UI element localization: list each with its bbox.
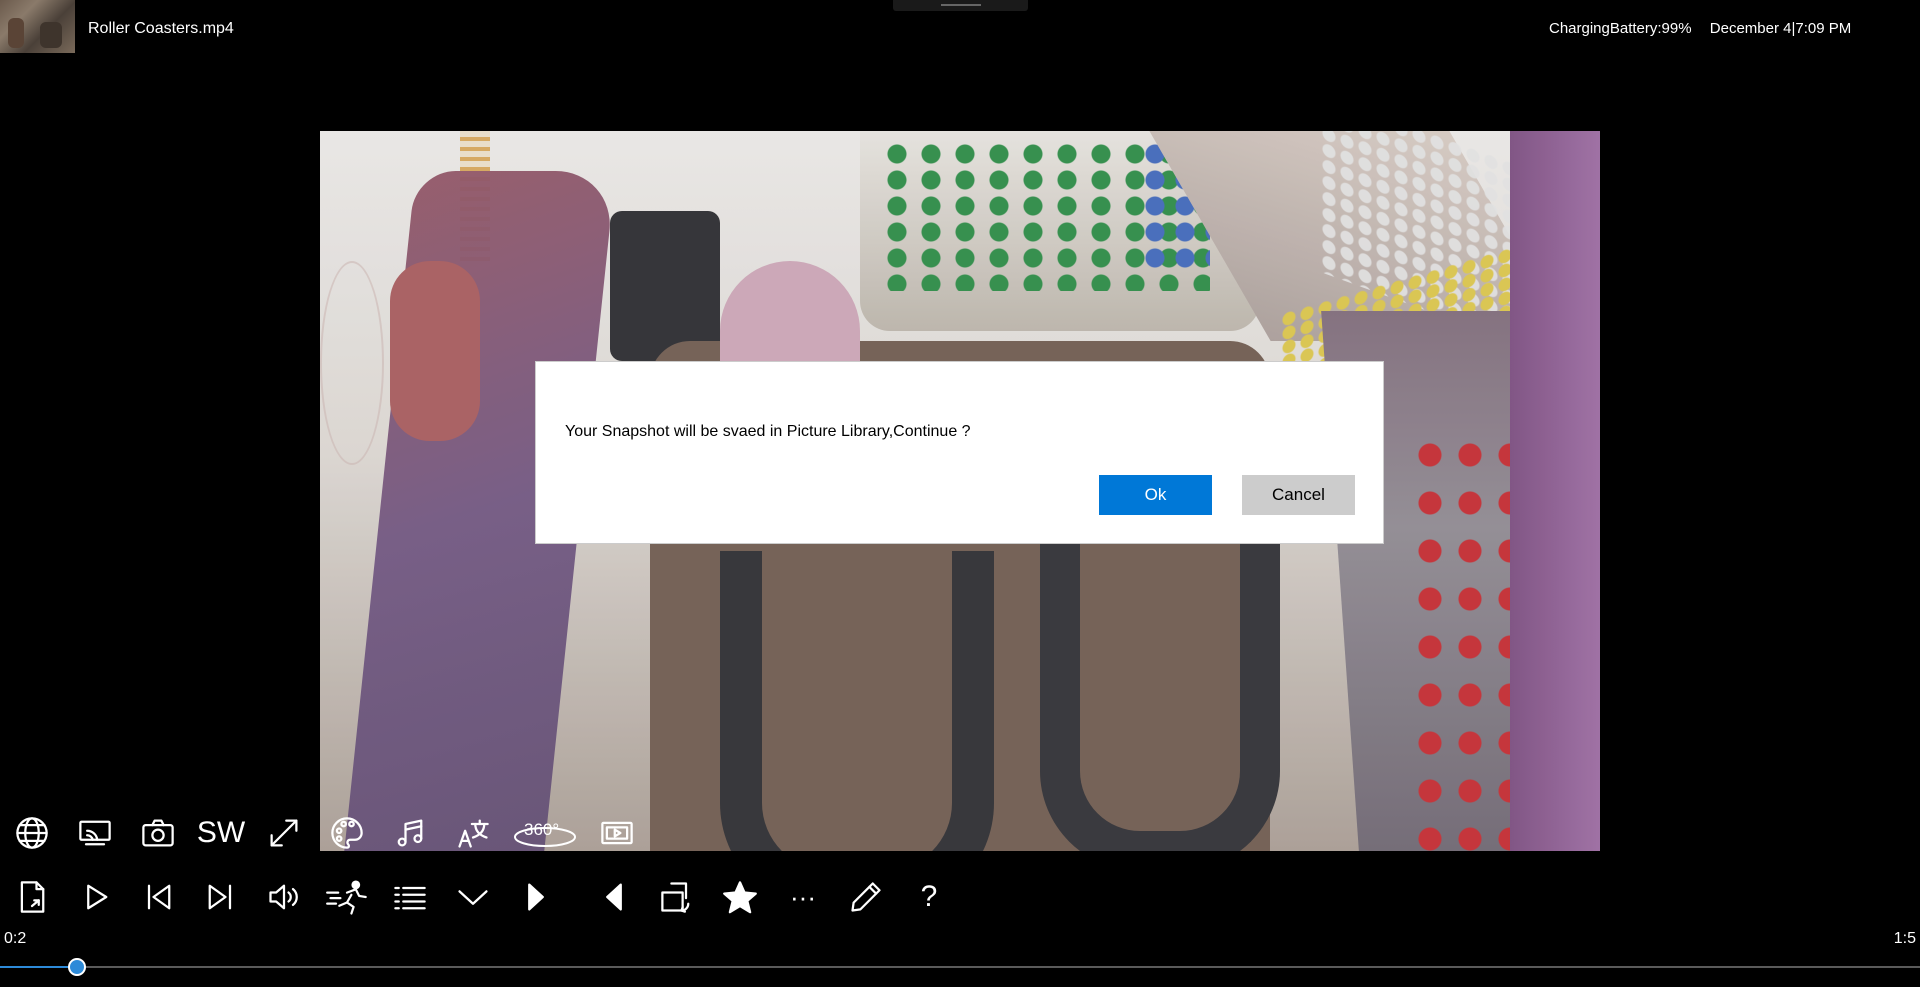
date-time: December 4|7:09 PM: [1709, 20, 1852, 37]
snapshot-dialog: Your Snapshot will be svaed in Picture L…: [535, 361, 1384, 544]
current-time: 0:2: [4, 930, 27, 947]
drag-handle[interactable]: [893, 0, 1028, 11]
help-icon[interactable]: ?: [905, 873, 953, 921]
video-thumbnail: [0, 0, 75, 53]
speed-icon[interactable]: [323, 873, 371, 921]
fullscreen-icon[interactable]: [260, 809, 308, 857]
open-file-icon[interactable]: [8, 873, 56, 921]
cancel-button[interactable]: Cancel: [1242, 475, 1355, 515]
seek-bar[interactable]: [0, 958, 1920, 976]
previous-icon[interactable]: [134, 873, 182, 921]
volume-icon[interactable]: [260, 873, 308, 921]
edit-icon[interactable]: [842, 873, 890, 921]
status-bar: ChargingBattery:99% December 4|7:09 PM: [1549, 20, 1851, 37]
total-time: 1:5: [1893, 930, 1916, 947]
cast-icon[interactable]: [71, 809, 119, 857]
ok-button[interactable]: Ok: [1099, 475, 1212, 515]
video-frame-icon[interactable]: [593, 809, 641, 857]
toolbar-top: SW 360°: [8, 809, 656, 857]
playlist-icon[interactable]: [386, 873, 434, 921]
sw-button[interactable]: SW: [197, 809, 245, 857]
step-forward-icon[interactable]: [512, 873, 560, 921]
rotate-icon[interactable]: [653, 873, 701, 921]
seek-progress: [0, 966, 77, 968]
file-title: Roller Coasters.mp4: [88, 20, 234, 37]
toolbar-bottom: ··· ?: [8, 873, 968, 921]
music-icon[interactable]: [386, 809, 434, 857]
star-icon[interactable]: [716, 873, 764, 921]
subtitle-icon[interactable]: [449, 809, 497, 857]
dialog-message: Your Snapshot will be svaed in Picture L…: [565, 423, 971, 440]
globe-icon[interactable]: [8, 809, 56, 857]
palette-icon[interactable]: [323, 809, 371, 857]
chevron-down-icon[interactable]: [449, 873, 497, 921]
play-icon[interactable]: [71, 873, 119, 921]
360-label: 360°: [524, 820, 559, 839]
battery-status: ChargingBattery:99%: [1549, 20, 1692, 37]
seek-thumb[interactable]: [68, 958, 86, 976]
more-icon[interactable]: ···: [779, 873, 827, 921]
360-icon[interactable]: 360°: [512, 809, 578, 857]
camera-icon[interactable]: [134, 809, 182, 857]
step-back-icon[interactable]: [590, 873, 638, 921]
next-icon[interactable]: [197, 873, 245, 921]
